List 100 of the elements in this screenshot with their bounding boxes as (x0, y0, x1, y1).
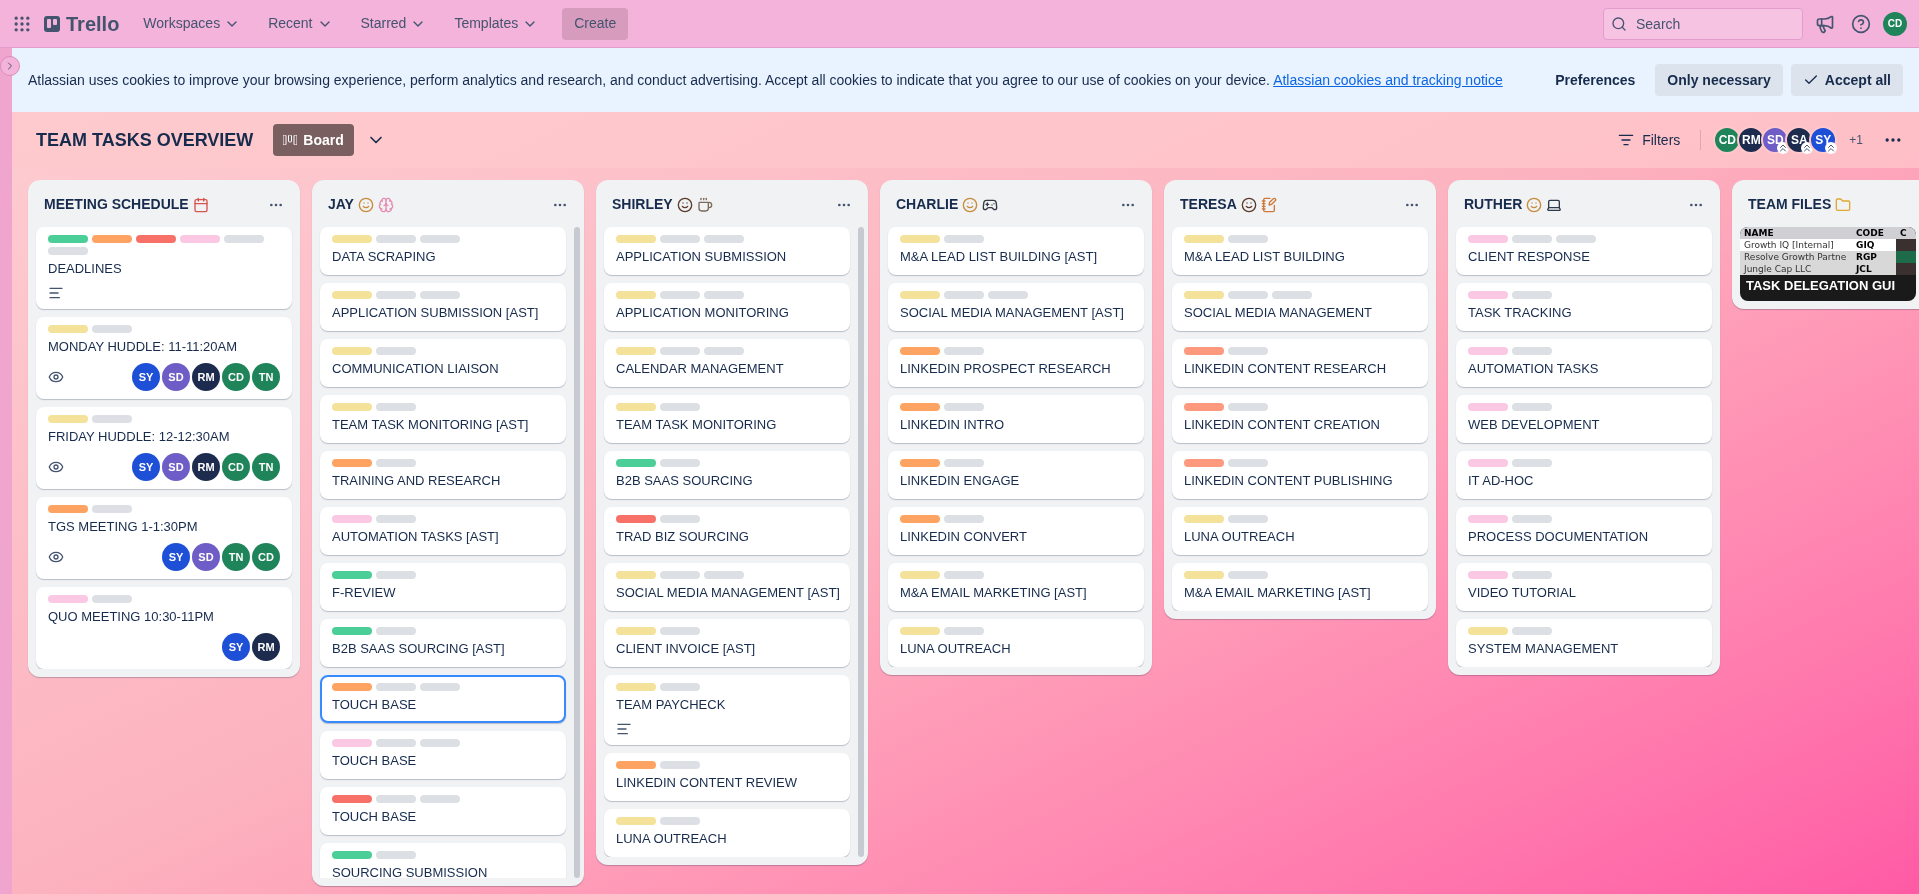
card-label[interactable] (616, 817, 656, 825)
member-avatar[interactable]: CD (252, 543, 280, 571)
card-label[interactable] (1512, 515, 1552, 523)
card-label[interactable] (1228, 403, 1268, 411)
task-card[interactable]: M&A EMAIL MARKETING [AST] (1172, 563, 1428, 611)
card-label[interactable] (1512, 235, 1552, 243)
card-label[interactable] (1184, 235, 1224, 243)
task-card[interactable]: MONDAY HUDDLE: 11-11:20AM SY SD RM CD TN (36, 317, 292, 399)
list-title[interactable]: CHARLIE (896, 194, 959, 215)
card-label[interactable] (420, 739, 460, 747)
task-card[interactable]: DEADLINES (36, 227, 292, 309)
task-card[interactable]: LINKEDIN INTRO (888, 395, 1144, 443)
cookie-button[interactable]: Preferences (1543, 64, 1648, 96)
task-card[interactable]: TASK TRACKING (1456, 283, 1712, 331)
card-label[interactable] (616, 515, 656, 523)
member-avatar[interactable]: RM (252, 633, 280, 661)
card-label[interactable] (944, 571, 984, 579)
card-label[interactable] (92, 235, 132, 243)
nav-menu[interactable]: Starred (348, 7, 439, 40)
card-label[interactable] (332, 627, 372, 635)
member-avatar[interactable]: SY (132, 453, 160, 481)
search-field[interactable]: Search (1603, 7, 1803, 40)
card-label[interactable] (420, 235, 460, 243)
task-card[interactable]: FRIDAY HUDDLE: 12-12:30AM SY SD RM CD TN (36, 407, 292, 489)
task-card[interactable]: QUO MEETING 10:30-11PM SY RM (36, 587, 292, 669)
task-card[interactable]: TOUCH BASE (320, 731, 566, 779)
task-card[interactable]: TRAD BIZ SOURCING (604, 507, 850, 555)
card-label[interactable] (332, 403, 372, 411)
list-title[interactable]: SHIRLEY (612, 194, 673, 215)
card-label[interactable] (944, 235, 984, 243)
card-label[interactable] (944, 347, 984, 355)
card-label[interactable] (900, 235, 940, 243)
card-label[interactable] (1468, 403, 1508, 411)
task-card[interactable]: IT AD-HOC (1456, 451, 1712, 499)
task-card[interactable]: TGS MEETING 1-1:30PM SY SD TN CD (36, 497, 292, 579)
card-label[interactable] (944, 403, 984, 411)
member-avatar[interactable]: RM (192, 363, 220, 391)
card-label[interactable] (376, 795, 416, 803)
card-label[interactable] (1228, 235, 1268, 243)
card-label[interactable] (1228, 515, 1268, 523)
card-label[interactable] (1184, 459, 1224, 467)
card-label[interactable] (660, 459, 700, 467)
card-label[interactable] (660, 627, 700, 635)
card-label[interactable] (1512, 459, 1552, 467)
card-label[interactable] (1272, 291, 1312, 299)
list-title[interactable]: RUTHER (1464, 194, 1523, 215)
card-label[interactable] (376, 627, 416, 635)
list-title[interactable]: TEAM FILES (1748, 194, 1832, 215)
help-icon[interactable] (1851, 13, 1871, 34)
nav-menu[interactable]: Workspaces (131, 7, 253, 40)
card-label[interactable] (900, 459, 940, 467)
card-label[interactable] (332, 683, 372, 691)
nav-menu[interactable]: Recent (256, 7, 345, 40)
task-card[interactable]: SOCIAL MEDIA MANAGEMENT [AST] (888, 283, 1144, 331)
card-label[interactable] (660, 235, 700, 243)
card-label[interactable] (376, 571, 416, 579)
board-member-avatar[interactable]: SY (1809, 126, 1838, 154)
member-avatar[interactable]: RM (192, 453, 220, 481)
task-card[interactable]: VIDEO TUTORIAL (1456, 563, 1712, 611)
list-title[interactable]: TERESA (1180, 194, 1237, 215)
card-label[interactable] (1184, 403, 1224, 411)
task-card[interactable]: LINKEDIN ENGAGE (888, 451, 1144, 499)
card-label[interactable] (1512, 571, 1552, 579)
task-card[interactable]: DATA SCRAPING (320, 227, 566, 275)
card-label[interactable] (1228, 347, 1268, 355)
card-label[interactable] (1468, 459, 1508, 467)
card-label[interactable] (660, 683, 700, 691)
card-label[interactable] (1512, 627, 1552, 635)
task-card[interactable]: LINKEDIN CONTENT PUBLISHING (1172, 451, 1428, 499)
task-card[interactable]: LINKEDIN CONVERT (888, 507, 1144, 555)
task-card[interactable]: PROCESS DOCUMENTATION (1456, 507, 1712, 555)
card-label[interactable] (92, 595, 132, 603)
card-label[interactable] (660, 291, 700, 299)
card-label[interactable] (660, 347, 700, 355)
task-card[interactable]: SOCIAL MEDIA MANAGEMENT (1172, 283, 1428, 331)
card-label[interactable] (900, 627, 940, 635)
task-card[interactable]: LINKEDIN PROSPECT RESEARCH (888, 339, 1144, 387)
card-label[interactable] (704, 291, 744, 299)
scrollbar[interactable] (858, 227, 864, 857)
megaphone-icon[interactable] (1815, 13, 1835, 34)
card-label[interactable] (420, 291, 460, 299)
cookie-button[interactable]: Only necessary (1655, 64, 1783, 96)
card-label[interactable] (900, 291, 940, 299)
card-label[interactable] (660, 403, 700, 411)
card-label[interactable] (616, 683, 656, 691)
card-label[interactable] (48, 235, 88, 243)
member-avatar[interactable]: CD (222, 363, 250, 391)
card-label[interactable] (704, 571, 744, 579)
card-label[interactable] (944, 291, 984, 299)
task-card[interactable]: CLIENT RESPONSE (1456, 227, 1712, 275)
card-label[interactable] (332, 347, 372, 355)
board-title[interactable]: TEAM TASKS OVERVIEW (28, 126, 262, 154)
task-card[interactable]: M&A LEAD LIST BUILDING (1172, 227, 1428, 275)
task-card[interactable]: LUNA OUTREACH (888, 619, 1144, 667)
card-label[interactable] (92, 325, 132, 333)
card-label[interactable] (1184, 347, 1224, 355)
card-label[interactable] (332, 515, 372, 523)
card-label[interactable] (180, 235, 220, 243)
task-card[interactable]: B2B SAAS SOURCING (604, 451, 850, 499)
filters-button[interactable]: Filters (1610, 124, 1689, 156)
